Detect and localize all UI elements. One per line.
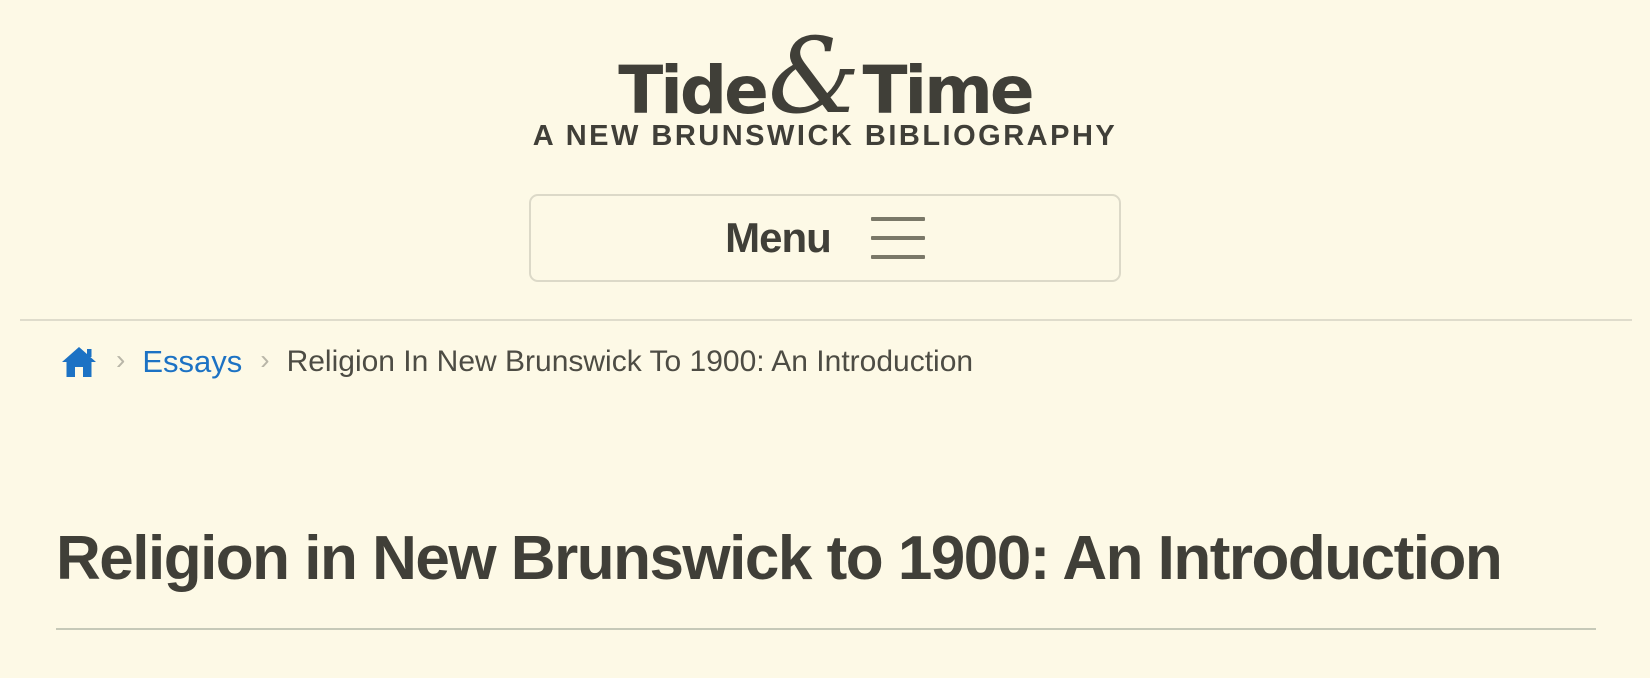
breadcrumb-current: Religion In New Brunswick To 1900: An In… xyxy=(286,345,974,378)
logo-title: Tide&Time xyxy=(0,20,1650,129)
header-divider xyxy=(20,319,1632,321)
home-icon[interactable] xyxy=(60,345,98,379)
logo-ampersand: & xyxy=(767,15,861,137)
logo-word-tide: Tide xyxy=(618,52,769,129)
hamburger-line xyxy=(870,236,925,240)
site-header: Tide&Time A NEW BRUNSWICK BIBLIOGRAPHY M… xyxy=(0,0,1650,321)
logo-word-time: Time xyxy=(862,52,1035,129)
hamburger-icon xyxy=(870,217,925,259)
logo-subtitle: A NEW BRUNSWICK BIBLIOGRAPHY xyxy=(532,120,1118,152)
page-title: Religion in New Brunswick to 1900: An In… xyxy=(56,524,1503,593)
breadcrumb-link-essays[interactable]: Essays xyxy=(142,344,242,380)
breadcrumb: › Essays › Religion In New Brunswick To … xyxy=(60,340,973,384)
menu-label: Menu xyxy=(725,214,832,261)
hamburger-line xyxy=(870,255,925,259)
hamburger-line xyxy=(870,217,925,221)
menu-button[interactable]: Menu xyxy=(529,194,1121,282)
title-divider xyxy=(56,628,1596,630)
breadcrumb-separator: › xyxy=(116,344,126,375)
breadcrumb-separator: › xyxy=(260,344,270,375)
site-logo[interactable]: Tide&Time A NEW BRUNSWICK BIBLIOGRAPHY xyxy=(0,0,1650,160)
